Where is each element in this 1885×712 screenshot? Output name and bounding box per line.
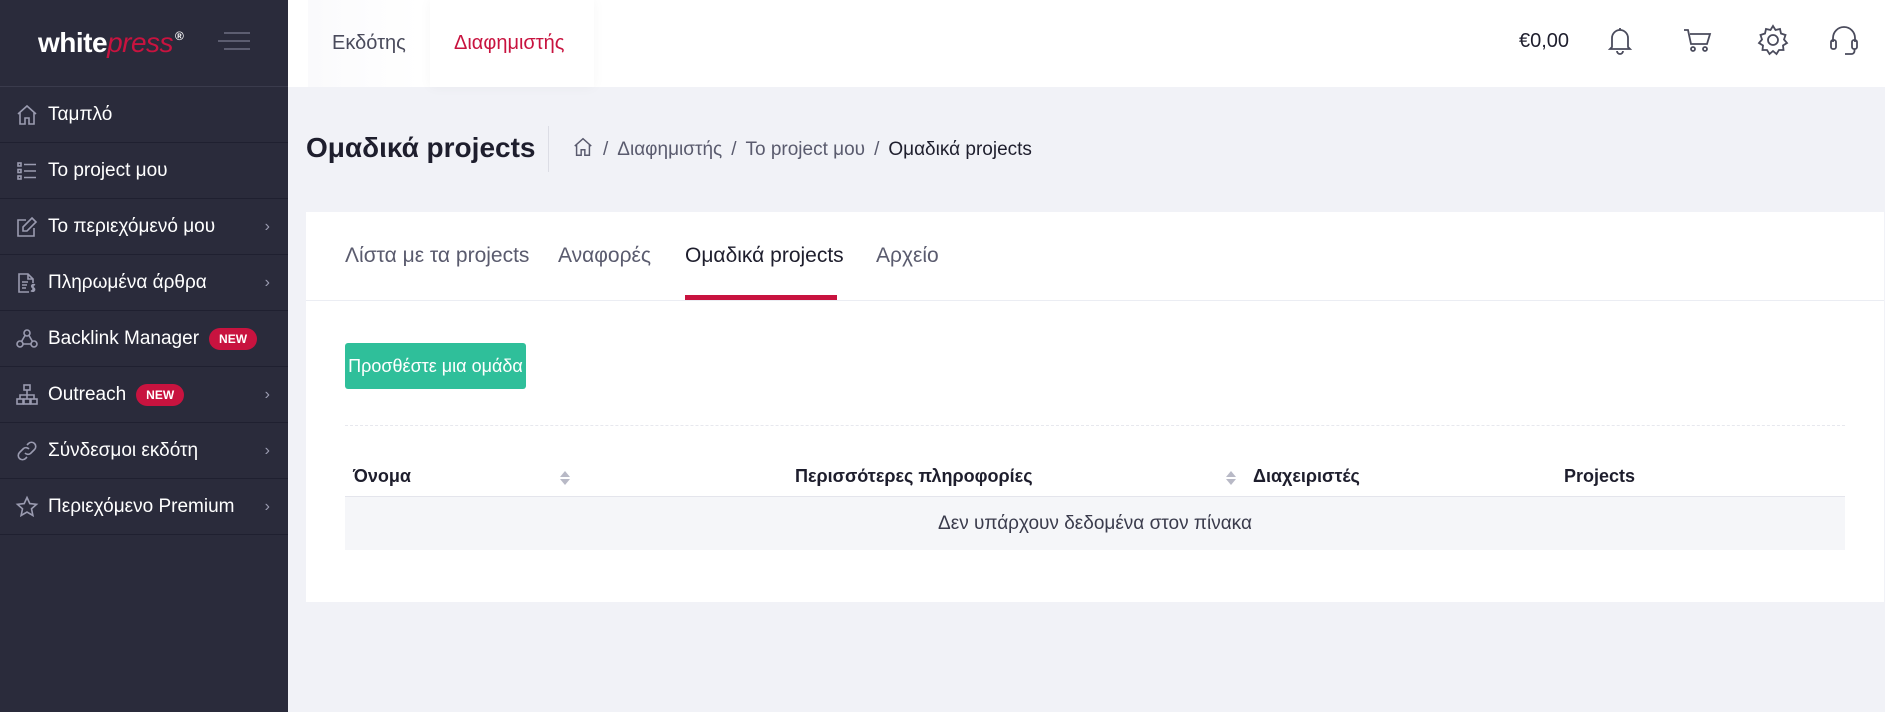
breadcrumb-current: Ομαδικά projects [888,139,1032,160]
chevron-right-icon: › [264,441,270,459]
sidebar-item-label: Πληρωμένα άρθρα [48,271,207,293]
tab-projects-list[interactable]: Λίστα με τα projects [345,244,529,268]
cart-icon[interactable] [1680,22,1716,58]
link-icon [14,438,40,464]
sort-icon[interactable] [1225,470,1237,486]
chevron-right-icon: › [264,273,270,291]
logo[interactable]: white press ® [38,27,184,59]
sort-icon[interactable] [559,470,571,486]
sidebar-item-backlink-manager[interactable]: Backlink Manager NEW [0,311,288,367]
sidebar-item-label: Σύνδεσμοι εκδότη [48,439,199,461]
chevron-right-icon: › [264,385,270,403]
page-title: Ομαδικά projects [306,132,536,163]
logo-press: press [107,27,174,58]
gear-icon[interactable] [1755,22,1791,58]
headset-icon[interactable] [1826,22,1862,58]
sidebar: white press ® Ταμπλό Το project μου Το περ… [0,0,288,712]
network-icon [14,326,40,352]
table-empty-message: Δεν υπάρχουν δεδομένα στον πίνακα [345,497,1845,550]
breadcrumb-separator: / [603,139,609,160]
breadcrumb-separator: / [731,139,737,160]
bell-icon[interactable] [1602,22,1638,58]
sidebar-item-label: Backlink Manager [48,327,200,349]
breadcrumb-my-project[interactable]: Το project μου [745,139,865,161]
sidebar-item-label: Το περιεχόμενό μου [48,215,216,237]
column-header-managers: Διαχειριστές [1253,466,1360,486]
sidebar-item-label: Ταμπλό [48,103,113,125]
header-divider [548,126,549,172]
sitemap-icon [14,382,40,408]
paid-document-icon [14,270,40,296]
content-card: Λίστα με τα projects Αναφορές Ομαδικά pr… [306,212,1884,602]
add-group-button[interactable]: Προσθέστε μια ομάδα [345,343,526,389]
star-icon [14,494,40,520]
account-balance[interactable]: €0,00 [1519,30,1569,53]
logo-white: white [38,27,108,58]
column-header-projects: Projects [1564,466,1636,486]
breadcrumb: / Διαφημιστής / Το project μου / Ομαδικά… [572,136,1032,164]
sidebar-item-outreach[interactable]: Outreach NEW › [0,367,288,423]
menu-toggle-icon[interactable] [218,32,250,56]
tab-advertiser[interactable]: Διαφημιστής [430,0,594,87]
tab-reports[interactable]: Αναφορές [558,244,651,268]
tab-archive[interactable]: Αρχείο [876,244,939,268]
sidebar-item-label: Περιεχόμενο Premium [48,495,235,517]
sidebar-item-publisher-links[interactable]: Σύνδεσμοι εκδότη › [0,423,288,479]
logo-row: white press ® [0,0,288,87]
tab-group-projects[interactable]: Ομαδικά projects [685,244,844,268]
breadcrumb-advertiser[interactable]: Διαφημιστής [617,139,722,161]
chevron-right-icon: › [264,497,270,515]
sidebar-item-my-project[interactable]: Το project μου [0,143,288,199]
table-header: Όνομα Περισσότερες πληροφορίες Διαχειρισ… [345,460,1845,497]
tab-publisher[interactable]: Εκδότης [308,0,420,87]
column-header-name[interactable]: Όνομα [353,466,411,487]
sidebar-item-paid-articles[interactable]: Πληρωμένα άρθρα › [0,255,288,311]
sidebar-item-label: Outreach [48,383,127,405]
groups-table: Όνομα Περισσότερες πληροφορίες Διαχειρισ… [345,460,1845,550]
sidebar-item-dashboard[interactable]: Ταμπλό [0,87,288,143]
sidebar-item-label: Το project μου [48,159,168,181]
chevron-right-icon: › [264,217,270,235]
sidebar-item-my-content[interactable]: Το περιεχόμενό μου › [0,199,288,255]
project-tabs: Λίστα με τα projects Αναφορές Ομαδικά pr… [306,212,1884,301]
list-icon [14,158,40,184]
active-tab-indicator [685,295,837,300]
divider [345,425,1845,426]
column-header-more-info[interactable]: Περισσότερες πληροφορίες [795,466,1033,487]
new-badge: NEW [209,327,258,350]
logo-reg: ® [175,29,184,43]
home-icon[interactable] [572,136,594,164]
edit-icon [14,214,40,240]
topbar: Εκδότης Διαφημιστής €0,00 [288,0,1885,87]
home-icon [14,102,40,128]
new-badge: NEW [136,383,185,406]
sidebar-item-premium-content[interactable]: Περιεχόμενο Premium › [0,479,288,535]
breadcrumb-separator: / [874,139,880,160]
